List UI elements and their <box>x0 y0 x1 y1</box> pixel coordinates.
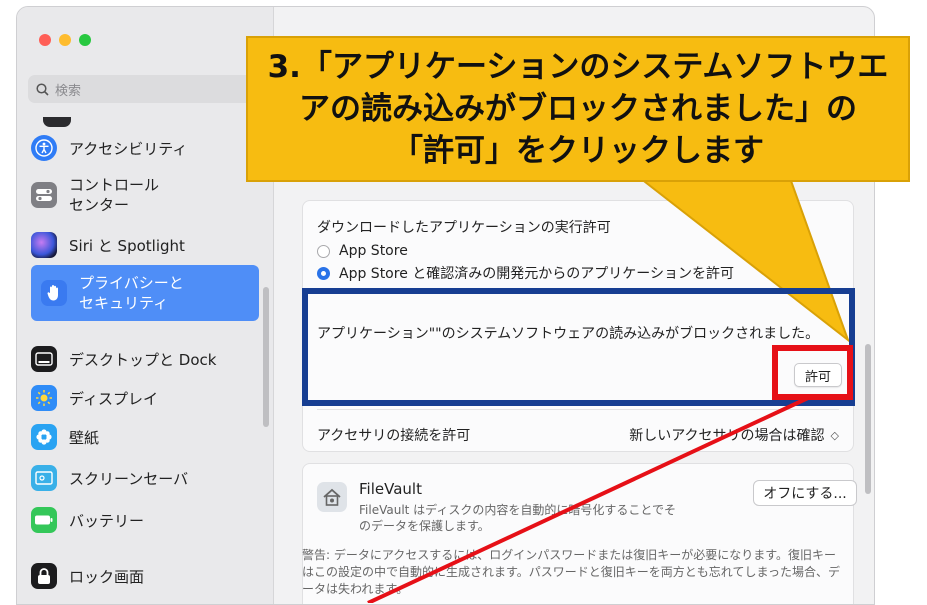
pointer-arrow-line <box>367 396 809 603</box>
